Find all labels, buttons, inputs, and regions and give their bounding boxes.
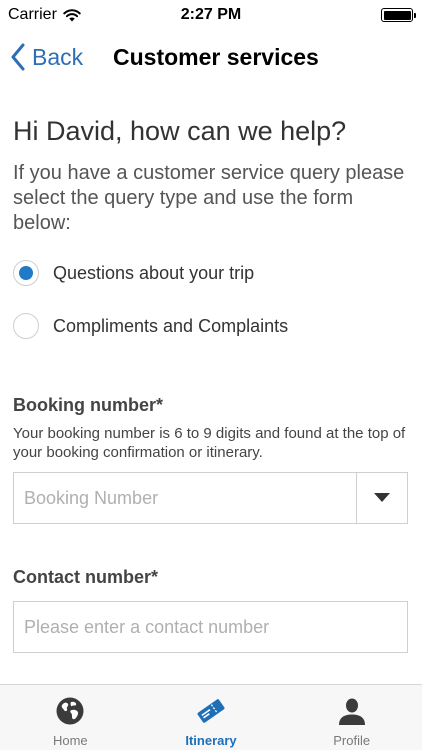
greeting-heading: Hi David, how can we help? (13, 116, 347, 146)
battery-fill (383, 10, 411, 20)
intro-text: If you have a customer service query ple… (13, 162, 405, 234)
status-time: 2:27 PM (180, 6, 242, 23)
nav-bar: Back Customer services (0, 30, 422, 84)
battery-icon (381, 8, 416, 22)
ticket-icon (195, 693, 227, 729)
globe-icon (55, 693, 85, 729)
back-label: Back (32, 43, 84, 70)
radio-button[interactable] (13, 260, 39, 286)
chevron-left-icon (11, 43, 25, 71)
contact-number-input[interactable] (14, 602, 407, 652)
tab-label: Itinerary (185, 733, 237, 748)
contact-number-label: Contact number* (13, 567, 159, 587)
booking-dropdown-button[interactable] (356, 473, 407, 523)
status-bar: Carrier 2:27 PM (0, 0, 422, 30)
back-button[interactable]: Back (10, 39, 83, 75)
query-option-label: Compliments and Complaints (53, 315, 289, 336)
tab-label: Profile (333, 733, 371, 748)
tab-bar: Home Itinerary Profile (0, 684, 422, 750)
contact-number-field[interactable] (13, 601, 408, 653)
booking-number-help: Your booking number is 6 to 9 digits and… (13, 425, 406, 461)
tab-itinerary[interactable]: Itinerary (141, 685, 282, 750)
content: Hi David, how can we help? If you have a… (0, 84, 422, 684)
tab-home[interactable]: Home (0, 685, 141, 750)
booking-number-label: Booking number* (13, 395, 164, 415)
query-option-trip[interactable]: Questions about your trip (13, 260, 254, 286)
person-icon (337, 693, 367, 729)
radio-button[interactable] (13, 313, 39, 339)
query-option-complaints[interactable]: Compliments and Complaints (13, 313, 288, 339)
tab-profile[interactable]: Profile (281, 685, 422, 750)
page-title: Customer services (113, 44, 319, 70)
booking-number-select[interactable] (13, 472, 408, 524)
tab-label: Home (52, 733, 88, 748)
booking-number-input[interactable] (14, 473, 356, 523)
query-option-label: Questions about your trip (53, 262, 255, 283)
caret-down-icon (374, 493, 390, 502)
